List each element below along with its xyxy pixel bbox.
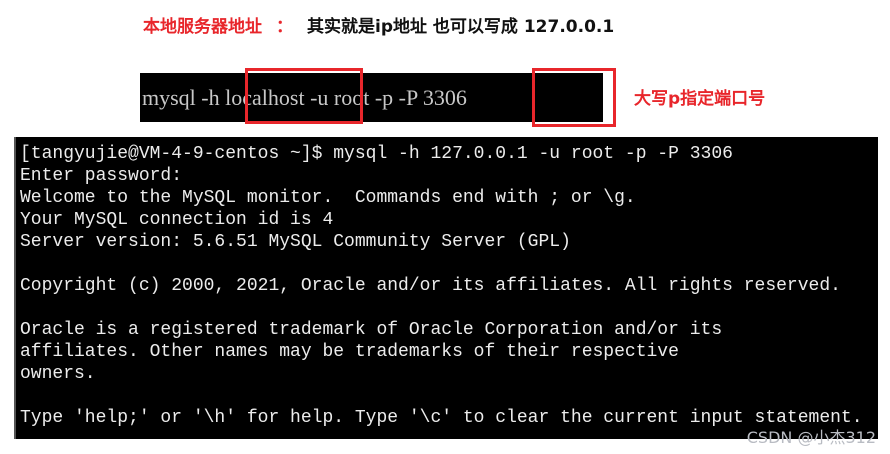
terminal-line: Type 'help;' or '\h' for help. Type '\c'…	[20, 408, 863, 428]
terminal-line: affiliates. Other names may be trademark…	[20, 342, 679, 362]
annotation-colon: ：	[276, 16, 293, 37]
terminal-line: Copyright (c) 2000, 2021, Oracle and/or …	[20, 276, 841, 296]
server-address-label: 本地服务器地址	[143, 16, 262, 37]
terminal-line: Your MySQL connection id is 4	[20, 210, 334, 230]
server-address-note: 其实就是ip地址 也可以写成 127.0.0.1	[307, 16, 615, 37]
terminal-line: Server version: 5.6.51 MySQL Community S…	[20, 232, 571, 252]
watermark: CSDN @小杰312	[746, 428, 876, 447]
port-highlight-box	[532, 68, 616, 127]
terminal-line: Enter password:	[20, 166, 183, 186]
terminal-line: [tangyujie@VM-4-9-centos ~]$ mysql -h 12…	[20, 144, 733, 164]
terminal-line: owners.	[20, 364, 96, 384]
command-port: 3306	[422, 85, 467, 110]
terminal-window[interactable]: [tangyujie@VM-4-9-centos ~]$ mysql -h 12…	[14, 137, 878, 439]
terminal-line: Oracle is a registered trademark of Orac…	[20, 320, 723, 340]
port-annotation: 大写p指定端口号	[634, 89, 766, 109]
terminal-line: Welcome to the MySQL monitor. Commands e…	[20, 188, 636, 208]
command-prefix: mysql -h	[142, 85, 226, 110]
host-highlight-box	[245, 68, 363, 124]
terminal-output: [tangyujie@VM-4-9-centos ~]$ mysql -h 12…	[20, 143, 863, 429]
top-annotation: 本地服务器地址 ： 其实就是ip地址 也可以写成 127.0.0.1	[143, 10, 614, 38]
screenshot-page: 本地服务器地址 ： 其实就是ip地址 也可以写成 127.0.0.1 mysql…	[0, 0, 890, 454]
